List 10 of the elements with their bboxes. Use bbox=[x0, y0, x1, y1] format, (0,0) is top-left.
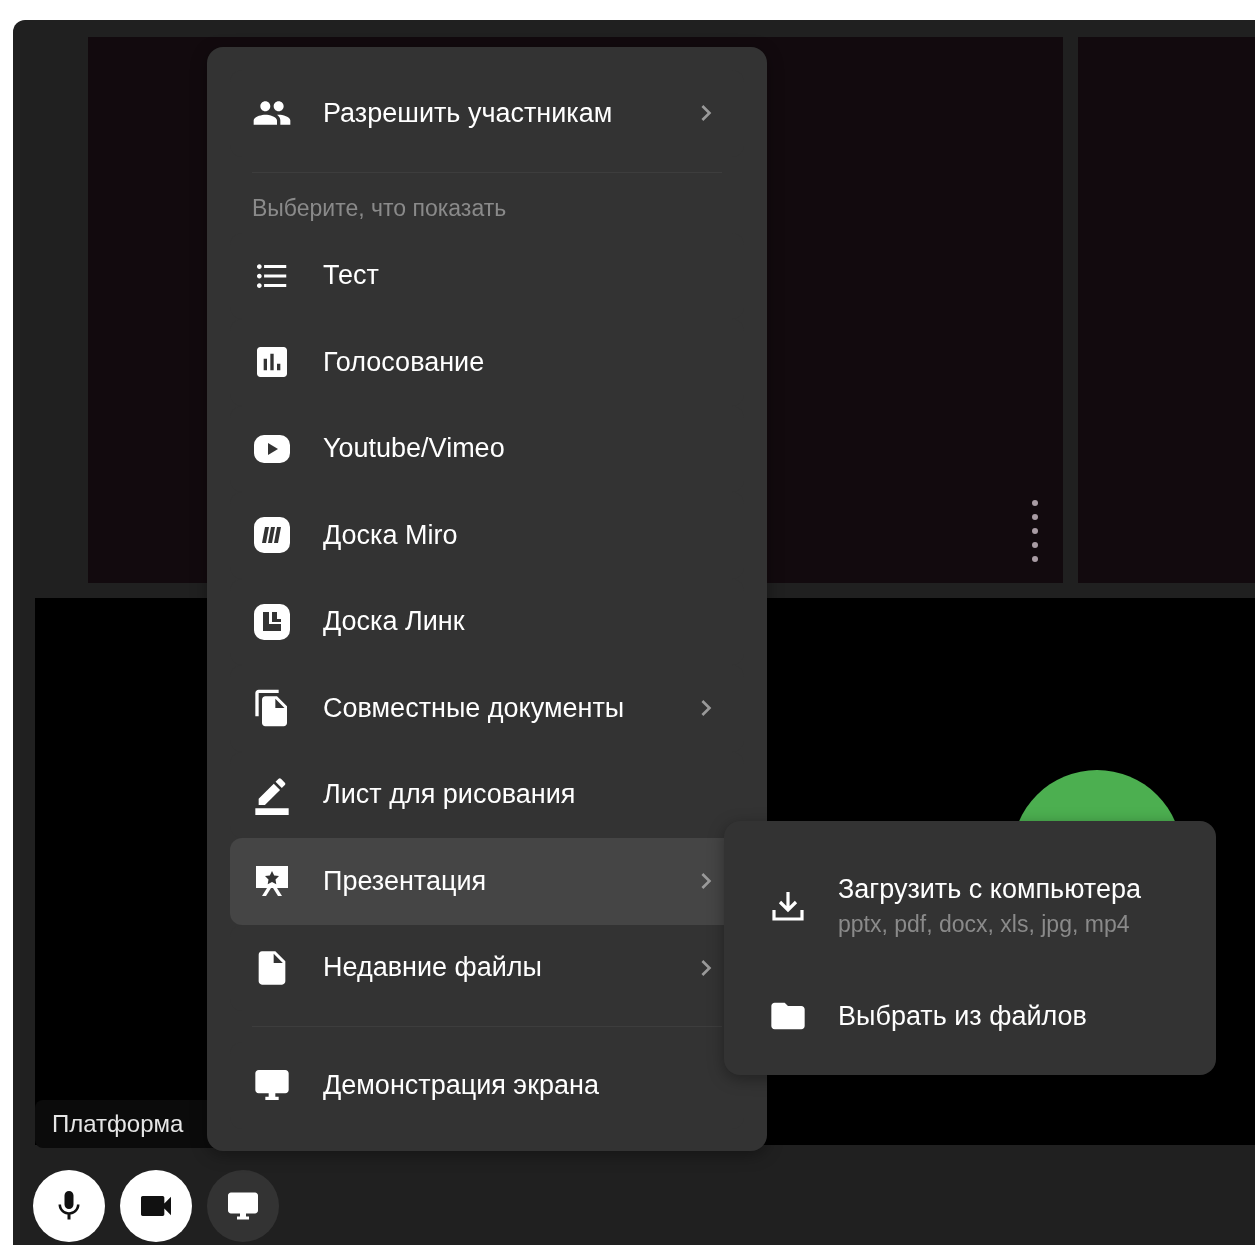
submenu-item[interactable]: Выбрать из файлов bbox=[768, 961, 1194, 1071]
item-hint: pptx, pdf, docx, xls, jpg, mp4 bbox=[838, 911, 1131, 938]
stripes-icon bbox=[253, 516, 291, 555]
item-label: Загрузить с компьютера bbox=[838, 874, 1141, 905]
play-icon bbox=[253, 432, 291, 465]
more-icon[interactable] bbox=[1031, 499, 1039, 563]
item-label: Выбрать из файлов bbox=[838, 1000, 1087, 1032]
section-title: Выберите, что показать bbox=[251, 193, 508, 223]
submenu-item[interactable]: Загрузить с компьютера pptx, pdf, docx, xls, jpg, mp4 bbox=[768, 851, 1194, 961]
board-icon bbox=[253, 602, 291, 641]
